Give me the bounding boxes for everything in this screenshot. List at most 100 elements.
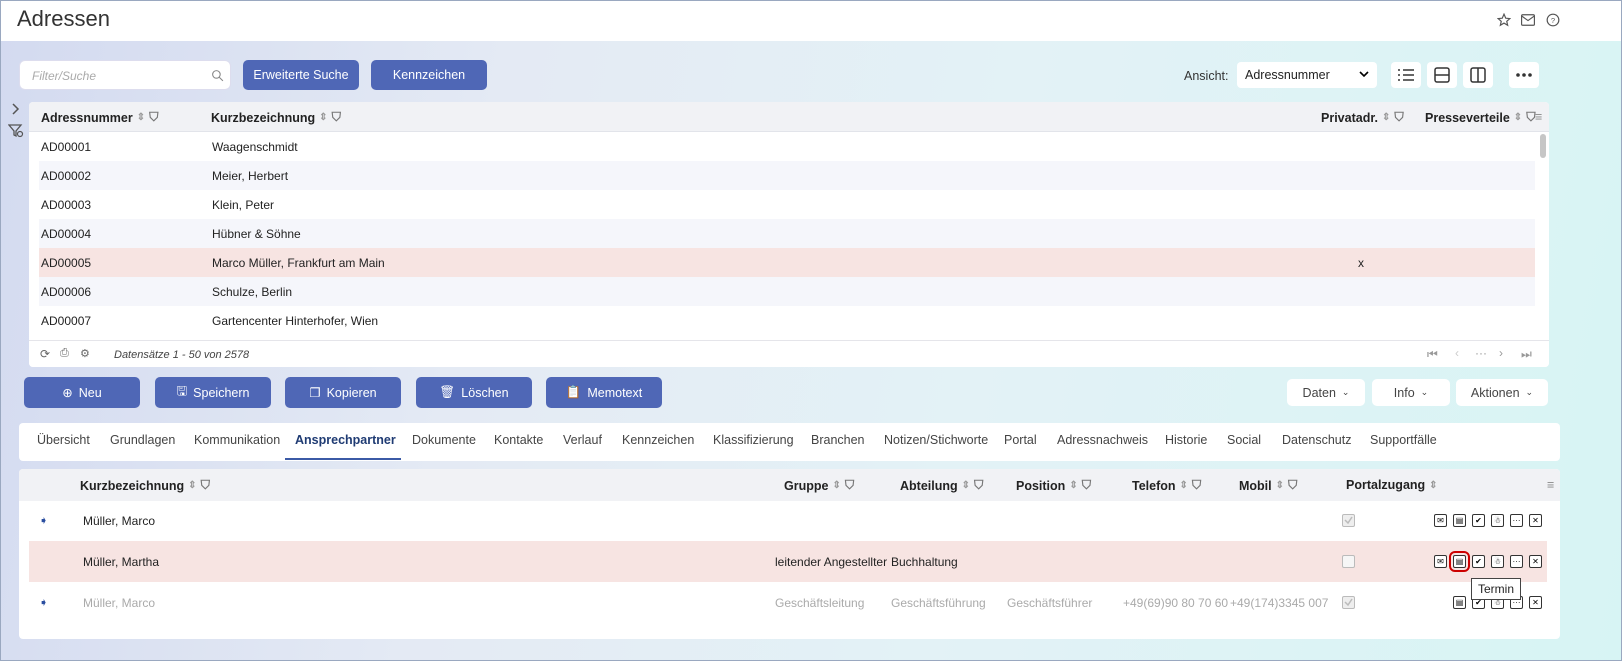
table-row-selected[interactable]: AD00005 Marco Müller, Frankfurt am Main x [39, 248, 1535, 277]
person-action-icon[interactable]: ☃ [1491, 555, 1504, 568]
copy-button[interactable]: ❐ Kopieren [285, 377, 401, 408]
sort-icon[interactable]: ⇕ [1276, 480, 1284, 491]
appointment-action-icon[interactable]: ▤ [1453, 596, 1466, 609]
sort-icon[interactable]: ⇕ [1514, 112, 1522, 123]
appointment-action-icon[interactable]: ▤ [1449, 551, 1470, 572]
filter-icon[interactable]: ⛉ [1394, 110, 1403, 125]
column-header-presseverteiler[interactable]: Presseverteile ⇕ ⛉ [1425, 110, 1536, 125]
refresh-icon[interactable]: ⟳ [40, 347, 50, 361]
filter-icon[interactable]: ⛉ [1082, 478, 1091, 493]
sort-icon[interactable]: ⇕ [188, 480, 196, 491]
sort-icon[interactable]: ⇕ [137, 112, 145, 123]
search-input[interactable]: Filter/Suche [19, 60, 231, 90]
tab-branchen[interactable]: Branchen [811, 433, 865, 447]
column-header-abteilung[interactable]: Abteilung ⇕ ⛉ [900, 478, 983, 493]
table-row[interactable]: AD00002 Meier, Herbert [39, 161, 1535, 190]
help-icon[interactable]: ? [1544, 11, 1562, 29]
new-button[interactable]: ⊕ Neu [24, 377, 140, 408]
column-header-mobil[interactable]: Mobil ⇕ ⛉ [1239, 478, 1297, 493]
more-action-icon[interactable]: ··· [1510, 514, 1523, 527]
prev-page-icon[interactable]: ‹ [1455, 346, 1459, 360]
tab-adressnachweis[interactable]: Adressnachweis [1057, 433, 1148, 447]
more-icon[interactable] [1509, 62, 1539, 88]
sort-icon[interactable]: ⇕ [1382, 112, 1390, 123]
portal-checkbox[interactable] [1342, 555, 1355, 568]
star-icon[interactable] [1495, 11, 1513, 29]
column-header-privatadr[interactable]: Privatadr. ⇕ ⛉ [1321, 110, 1404, 125]
filter-icon[interactable]: ⛉ [845, 478, 854, 493]
column-header-telefon[interactable]: Telefon ⇕ ⛉ [1132, 478, 1201, 493]
filter-settings-icon[interactable] [7, 124, 24, 141]
filter-icon[interactable]: ⛉ [201, 478, 210, 493]
tab-ansprechpartner[interactable]: Ansprechpartner [295, 433, 396, 447]
column-header-gruppe[interactable]: Gruppe ⇕ ⛉ [784, 478, 854, 493]
next-page-icon[interactable]: › [1499, 346, 1503, 360]
portal-checkbox[interactable] [1342, 596, 1355, 609]
tab-uebersicht[interactable]: Übersicht [37, 433, 90, 447]
task-action-icon[interactable]: ✔ [1472, 555, 1485, 568]
info-dropdown[interactable]: Info ⌄ [1372, 379, 1450, 406]
print-icon[interactable]: ⎙ [60, 347, 69, 360]
close-action-icon[interactable]: ✕ [1529, 555, 1542, 568]
sort-icon[interactable]: ⇕ [319, 112, 327, 123]
scrollbar-thumb[interactable] [1540, 134, 1546, 158]
email-action-icon[interactable]: ✉ [1434, 514, 1447, 527]
filter-icon[interactable]: ⛉ [1288, 478, 1297, 493]
email-action-icon[interactable]: ✉ [1434, 555, 1447, 568]
filter-icon[interactable]: ⛉ [1192, 478, 1201, 493]
table-row[interactable]: AD00004 Hübner & Söhne [39, 219, 1535, 248]
save-button[interactable]: 🖫 Speichern [155, 377, 271, 408]
table-row[interactable]: AD00003 Klein, Peter [39, 190, 1535, 219]
delete-button[interactable]: 🗑 Löschen [416, 377, 532, 408]
tab-historie[interactable]: Historie [1165, 433, 1207, 447]
column-header-adressnummer[interactable]: Adressnummer ⇕ ⛉ [41, 110, 158, 125]
tab-supportfaelle[interactable]: Supportfälle [1370, 433, 1437, 447]
tab-datenschutz[interactable]: Datenschutz [1282, 433, 1351, 447]
person-action-icon[interactable]: ☃ [1491, 514, 1504, 527]
mail-icon[interactable] [1519, 11, 1537, 29]
tab-kommunikation[interactable]: Kommunikation [194, 433, 280, 447]
contact-row-inactive[interactable]: ➧ Müller, Marco Geschäftsleitung Geschäf… [29, 582, 1547, 623]
column-header-portalzugang[interactable]: Portalzugang ⇕ [1346, 478, 1438, 492]
tab-kennzeichen[interactable]: Kennzeichen [622, 433, 694, 447]
column-menu-icon[interactable]: ≡ [1547, 478, 1554, 492]
column-header-kurzbezeichnung[interactable]: Kurzbezeichnung ⇕ ⛉ [211, 110, 341, 125]
table-row[interactable]: AD00007 Gartencenter Hinterhofer, Wien [39, 306, 1535, 335]
table-row[interactable]: AD00001 Waagenschmidt [39, 132, 1535, 161]
tab-klassifizierung[interactable]: Klassifizierung [713, 433, 794, 447]
close-action-icon[interactable]: ✕ [1529, 596, 1542, 609]
expand-sidebar-icon[interactable] [11, 103, 21, 118]
appointment-action-icon[interactable]: ▤ [1453, 514, 1466, 527]
sort-icon[interactable]: ⇕ [1429, 480, 1437, 491]
first-page-icon[interactable]: ⏮ [1427, 347, 1438, 362]
actions-dropdown[interactable]: Aktionen ⌄ [1456, 379, 1548, 406]
sort-icon[interactable]: ⇕ [832, 480, 840, 491]
more-action-icon[interactable]: ··· [1510, 555, 1523, 568]
sort-icon[interactable]: ⇕ [1180, 480, 1188, 491]
data-dropdown[interactable]: Daten ⌄ [1287, 379, 1365, 406]
sort-icon[interactable]: ⇕ [1069, 480, 1077, 491]
column-header-kurzbezeichnung[interactable]: Kurzbezeichnung ⇕ ⛉ [80, 478, 210, 493]
tab-dokumente[interactable]: Dokumente [412, 433, 476, 447]
tab-portal[interactable]: Portal [1004, 433, 1037, 447]
view-select[interactable]: Adressnummer [1237, 62, 1377, 88]
pages-ellipsis-icon[interactable]: ··· [1475, 346, 1487, 360]
task-action-icon[interactable]: ✔ [1472, 514, 1485, 527]
sort-icon[interactable]: ⇕ [962, 480, 970, 491]
contact-row-selected[interactable]: Müller, Martha leitender Angestellter Bu… [29, 541, 1547, 582]
memo-button[interactable]: 📋 Memotext [546, 377, 662, 408]
column-menu-icon[interactable]: ≡ [1535, 110, 1542, 124]
settings-icon[interactable]: ⚙ [80, 347, 90, 360]
column-header-position[interactable]: Position ⇕ ⛉ [1016, 478, 1091, 493]
tab-kontakte[interactable]: Kontakte [494, 433, 543, 447]
contact-row[interactable]: ➧ Müller, Marco ✉ ▤ ✔ ☃ ··· ✕ [29, 500, 1547, 541]
tab-notizen[interactable]: Notizen/Stichworte [884, 433, 988, 447]
filter-icon[interactable]: ⛉ [332, 110, 341, 125]
close-action-icon[interactable]: ✕ [1529, 514, 1542, 527]
filter-icon[interactable]: ⛉ [974, 478, 983, 493]
split-vertical-icon[interactable] [1463, 62, 1493, 88]
advanced-search-button[interactable]: Erweiterte Suche [243, 60, 359, 90]
last-page-icon[interactable]: ⏭ [1521, 347, 1532, 362]
tab-social[interactable]: Social [1227, 433, 1261, 447]
list-view-icon[interactable] [1391, 62, 1421, 88]
